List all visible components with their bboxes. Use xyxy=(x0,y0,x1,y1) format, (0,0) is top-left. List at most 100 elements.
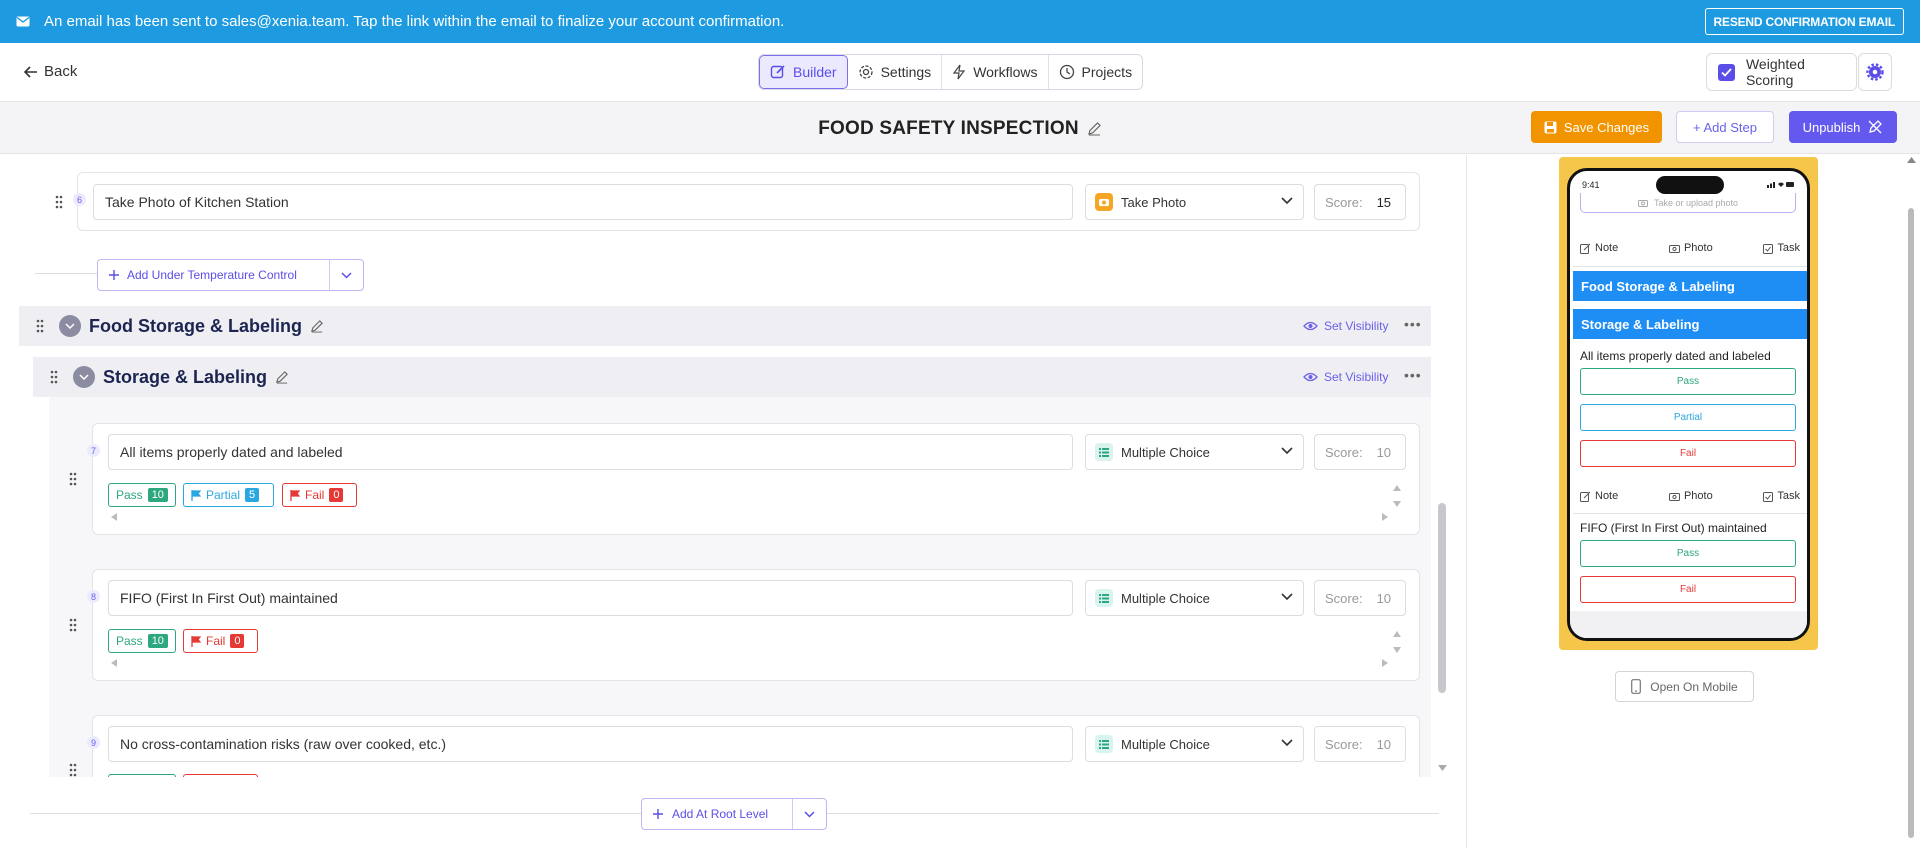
option-score: 10 xyxy=(147,488,168,502)
chevron-down-icon xyxy=(1281,739,1293,747)
option-label: Fail xyxy=(305,488,325,502)
drag-handle-icon[interactable] xyxy=(69,763,77,777)
pencil-icon[interactable] xyxy=(275,370,289,384)
option-chip-fail[interactable]: Fail 0 xyxy=(183,629,258,653)
preview-option-pass[interactable]: Pass xyxy=(1580,540,1796,567)
chevron-down-icon xyxy=(1281,593,1293,601)
checkbox-checked-icon[interactable] xyxy=(1718,63,1735,81)
resend-confirmation-button[interactable]: RESEND CONFIRMATION EMAIL xyxy=(1704,8,1904,35)
pencil-icon[interactable] xyxy=(1087,121,1102,136)
score-field[interactable]: Score: 10 xyxy=(1314,434,1406,470)
option-chip-pass[interactable]: Pass 10 xyxy=(108,629,176,653)
pencil-icon[interactable] xyxy=(310,319,324,333)
task-action[interactable]: Task xyxy=(1763,242,1800,254)
add-under-dropdown[interactable] xyxy=(330,271,363,279)
chevron-down-icon xyxy=(341,271,352,279)
drag-handle-icon[interactable] xyxy=(36,319,44,333)
reorder-arrows-icon[interactable] xyxy=(1393,631,1401,653)
open-on-mobile-button[interactable]: Open On Mobile xyxy=(1615,671,1754,702)
question-text-input[interactable]: All items properly dated and labeled xyxy=(108,434,1073,470)
option-chip-pass[interactable]: Pass 10 xyxy=(108,483,176,507)
drag-handle-icon[interactable] xyxy=(55,195,63,209)
drag-handle-icon[interactable] xyxy=(69,472,77,486)
scroll-up-icon[interactable] xyxy=(1907,157,1916,163)
note-action[interactable]: Note xyxy=(1580,490,1618,502)
set-visibility-button[interactable]: Set Visibility xyxy=(1303,319,1388,333)
score-field[interactable]: Score: 10 xyxy=(1314,580,1406,616)
camera-icon xyxy=(1095,193,1113,211)
weighted-scoring-toggle[interactable]: Weighted Scoring xyxy=(1706,53,1857,91)
flag-icon xyxy=(191,635,201,647)
option-chip-fail[interactable] xyxy=(183,774,258,777)
question-type-select[interactable]: Multiple Choice xyxy=(1085,434,1304,470)
set-visibility-button[interactable]: Set Visibility xyxy=(1303,370,1388,384)
option-chip-pass[interactable] xyxy=(108,774,176,777)
reorder-arrows-icon[interactable] xyxy=(1393,485,1401,507)
option-label: Pass xyxy=(116,634,143,648)
option-chip-fail[interactable]: Fail 0 xyxy=(282,483,357,507)
add-at-root-main[interactable]: Add At Root Level xyxy=(642,799,793,829)
preview-option-partial[interactable]: Partial xyxy=(1580,404,1796,431)
drag-handle-icon[interactable] xyxy=(69,618,77,632)
question-type-select[interactable]: Multiple Choice xyxy=(1085,580,1304,616)
scoring-settings-button[interactable] xyxy=(1858,53,1892,91)
collapse-toggle-icon[interactable] xyxy=(73,366,95,388)
back-button[interactable]: Back xyxy=(24,63,77,80)
unpublish-icon xyxy=(1867,119,1883,135)
eye-icon xyxy=(1303,372,1318,382)
save-changes-button[interactable]: Save Changes xyxy=(1531,111,1662,143)
scroll-left-icon[interactable] xyxy=(111,513,117,521)
plus-icon xyxy=(109,270,119,280)
scroll-left-icon[interactable] xyxy=(111,659,117,667)
option-score: 5 xyxy=(245,488,260,502)
scroll-right-icon[interactable] xyxy=(1382,513,1388,521)
task-label: Task xyxy=(1777,490,1800,502)
score-field[interactable]: Score: 10 xyxy=(1314,726,1406,762)
score-value: 10 xyxy=(1376,736,1392,752)
scroll-down-icon[interactable] xyxy=(1438,765,1447,771)
task-action[interactable]: Task xyxy=(1763,490,1800,502)
collapse-toggle-icon[interactable] xyxy=(59,315,81,337)
list-icon xyxy=(1095,735,1113,753)
question-text-input[interactable]: FIFO (First In First Out) maintained xyxy=(108,580,1073,616)
add-at-root-dropdown[interactable] xyxy=(793,810,826,818)
note-action[interactable]: Note xyxy=(1580,242,1618,254)
add-step-button[interactable]: + Add Step xyxy=(1676,111,1774,143)
photo-upload-field[interactable]: Take or upload photo xyxy=(1580,193,1796,213)
preview-option-pass[interactable]: Pass xyxy=(1580,368,1796,395)
weighted-scoring-label: Weighted Scoring xyxy=(1745,56,1805,88)
tab-settings-label: Settings xyxy=(880,64,932,80)
add-under-main[interactable]: Add Under Temperature Control xyxy=(98,260,330,290)
canvas-scrollbar[interactable] xyxy=(1438,503,1446,693)
tab-builder[interactable]: Builder xyxy=(759,55,848,89)
chevron-down-icon xyxy=(804,810,815,818)
score-field[interactable]: Score: 15 xyxy=(1314,184,1406,220)
phone-preview: 9:41 Take or upload photo Note Photo Tas… xyxy=(1567,168,1810,641)
page-scrollbar[interactable] xyxy=(1908,208,1914,838)
more-options-icon[interactable]: ••• xyxy=(1404,367,1422,383)
option-chip-partial[interactable]: Partial 5 xyxy=(183,483,274,507)
photo-action[interactable]: Photo xyxy=(1668,242,1713,254)
add-under-button[interactable]: Add Under Temperature Control xyxy=(97,259,364,291)
drag-handle-icon[interactable] xyxy=(50,370,58,384)
mobile-icon xyxy=(1631,679,1642,694)
scroll-right-icon[interactable] xyxy=(1382,659,1388,667)
section-header: Food Storage & Labeling xyxy=(19,306,1431,346)
more-options-icon[interactable]: ••• xyxy=(1404,316,1422,332)
tab-projects[interactable]: Projects xyxy=(1049,55,1143,89)
subsection-title: Storage & Labeling xyxy=(103,366,268,387)
add-at-root-button[interactable]: Add At Root Level xyxy=(641,798,827,830)
edit-icon xyxy=(770,64,786,80)
question-text-input[interactable]: No cross-contamination risks (raw over c… xyxy=(108,726,1073,762)
preview-option-fail[interactable]: Fail xyxy=(1580,440,1796,467)
phone-notch xyxy=(1656,176,1724,194)
tab-workflows[interactable]: Workflows xyxy=(942,55,1049,89)
tab-settings[interactable]: Settings xyxy=(848,55,943,89)
photo-action[interactable]: Photo xyxy=(1668,490,1713,502)
question-type-select[interactable]: Multiple Choice xyxy=(1085,726,1304,762)
question-text-input[interactable]: Take Photo of Kitchen Station xyxy=(93,184,1073,220)
unpublish-button[interactable]: Unpublish xyxy=(1789,111,1897,143)
question-type-select[interactable]: Take Photo xyxy=(1085,184,1304,220)
preview-option-fail[interactable]: Fail xyxy=(1580,576,1796,603)
banner-message: An email has been sent to sales@xenia.te… xyxy=(44,13,785,30)
